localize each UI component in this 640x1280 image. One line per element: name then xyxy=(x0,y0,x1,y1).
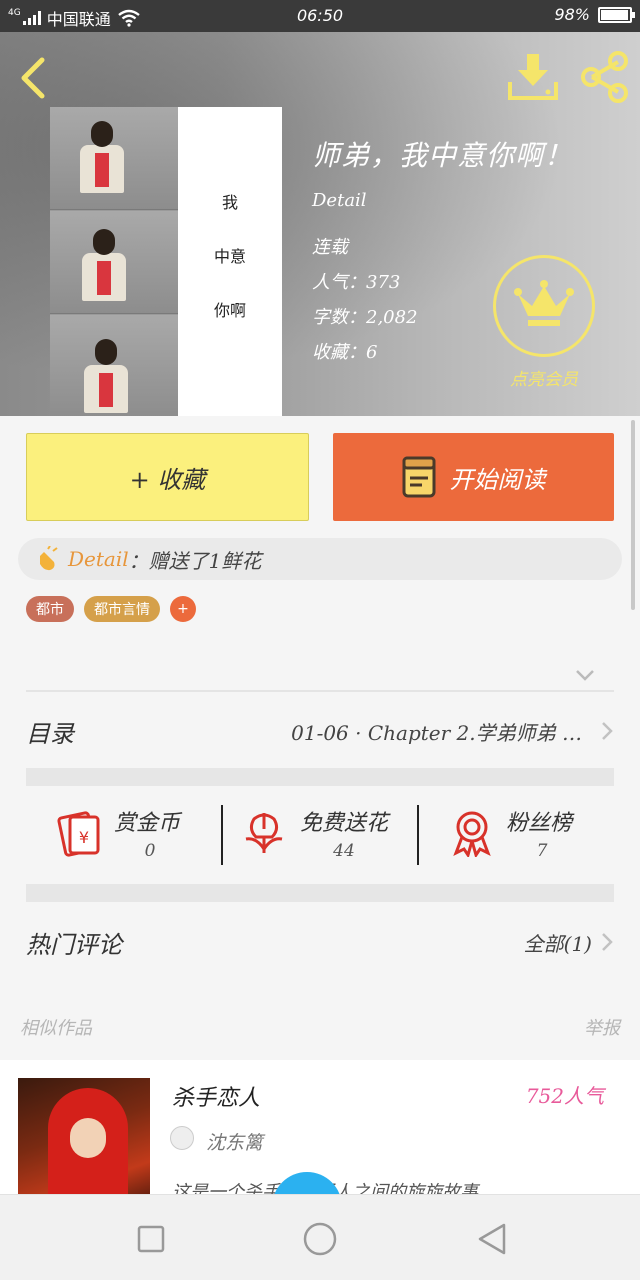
chevron-down-icon[interactable] xyxy=(574,664,596,686)
chevron-right-icon xyxy=(602,933,613,951)
book-status: 连载 xyxy=(312,237,348,258)
stat-value: 7 xyxy=(536,841,548,861)
cover-caption-line: 你啊 xyxy=(213,301,246,320)
collect-button[interactable]: + 收藏 xyxy=(26,433,309,521)
tag-list: 都市 都市言情 + xyxy=(26,596,196,622)
stat-fans[interactable]: 粉丝榜 7 xyxy=(418,795,614,875)
similar-book-popularity: 752人气 xyxy=(525,1084,604,1108)
stat-coins[interactable]: ¥ 赏金币 0 xyxy=(26,795,222,875)
book-cover[interactable]: 我 中意 你啊 xyxy=(50,107,282,416)
chevron-left-icon[interactable] xyxy=(14,54,54,102)
stat-name: 免费送花 xyxy=(300,811,389,836)
similar-header: 相似作品 举报 xyxy=(20,1014,620,1040)
book-meta: 连载 人气：373 字数：2,082 收藏：6 xyxy=(312,230,418,370)
catalog-row[interactable]: 目录 01-06 · Chapter 2.学弟师弟 … xyxy=(26,696,614,766)
red-envelope-icon: ¥ xyxy=(57,811,100,857)
scrollbar[interactable] xyxy=(631,420,635,610)
gift-user: Detail xyxy=(68,547,129,571)
book-favorites: 收藏：6 xyxy=(312,342,378,363)
back-triangle-icon[interactable] xyxy=(472,1219,512,1259)
catalog-label: 目录 xyxy=(26,719,74,748)
book-header: 我 中意 你啊 师弟，我中意你啊！ Detail 连载 人气：373 字数：2,… xyxy=(0,32,640,416)
start-reading-label: 开始阅读 xyxy=(449,465,546,494)
vip-label[interactable]: 点亮会员 xyxy=(488,365,600,390)
latest-chapter: 01-06 · Chapter 2.学弟师弟 … xyxy=(291,720,582,745)
divider xyxy=(26,690,614,692)
gift-notice[interactable]: Detail ：赠送了1鲜花 xyxy=(18,538,622,580)
hot-comments-label: 热门评论 xyxy=(26,930,122,959)
medal-icon xyxy=(453,811,491,857)
start-reading-button[interactable]: 开始阅读 xyxy=(333,433,614,521)
stat-name: 粉丝榜 xyxy=(506,811,573,836)
similar-book-cover xyxy=(18,1078,150,1200)
add-tag-button[interactable]: + xyxy=(170,596,196,622)
cover-photo-strip xyxy=(50,107,178,416)
book-popularity: 人气：373 xyxy=(312,272,401,293)
crown-icon xyxy=(514,280,574,326)
section-divider xyxy=(26,884,614,902)
book-word-count: 字数：2,082 xyxy=(312,307,418,328)
share-icon[interactable] xyxy=(578,50,632,104)
app-screen: { "status_bar": { "network": "4G", "carr… xyxy=(0,0,640,1280)
svg-text:¥: ¥ xyxy=(79,828,89,847)
clock: 06:50 xyxy=(296,6,344,25)
stats-row: ¥ 赏金币 0 免费送花 44 粉丝榜 7 xyxy=(26,795,614,875)
tag-chip[interactable]: 都市 xyxy=(26,596,74,622)
similar-book-title: 杀手恋人 xyxy=(172,1086,261,1111)
all-comments-link[interactable]: 全部(1) xyxy=(524,928,592,957)
stat-value: 0 xyxy=(144,841,156,861)
gift-message: ：赠送了1鲜花 xyxy=(128,548,262,573)
cover-caption: 我 中意 你啊 xyxy=(178,107,282,416)
recent-apps-icon[interactable] xyxy=(131,1219,171,1259)
hot-comments-row[interactable]: 热门评论 全部(1) xyxy=(26,912,614,972)
stat-value: 44 xyxy=(333,841,355,861)
book-title: 师弟，我中意你啊！ xyxy=(312,139,574,172)
home-icon[interactable] xyxy=(300,1219,340,1259)
flower-icon xyxy=(245,813,283,853)
book-icon xyxy=(402,456,435,498)
section-divider xyxy=(26,768,614,786)
vip-badge[interactable] xyxy=(493,255,595,357)
cover-caption-line: 中意 xyxy=(213,247,246,266)
status-bar: 4G 中国联通 06:50 98% xyxy=(0,0,640,32)
stat-name: 赏金币 xyxy=(114,811,181,836)
system-nav-bar xyxy=(0,1194,640,1280)
report-link[interactable]: 举报 xyxy=(584,1014,620,1040)
download-icon[interactable] xyxy=(506,52,560,102)
chevron-right-icon xyxy=(602,722,613,740)
similar-label: 相似作品 xyxy=(20,1018,92,1039)
battery-percent: 98% xyxy=(554,5,590,24)
clap-icon xyxy=(40,546,58,571)
cover-caption-line: 我 xyxy=(221,193,238,212)
similar-book-author: 沈东篱 xyxy=(206,1132,264,1154)
avatar xyxy=(170,1126,194,1150)
book-author[interactable]: Detail xyxy=(312,190,367,211)
battery-icon xyxy=(598,6,635,23)
stat-flowers[interactable]: 免费送花 44 xyxy=(222,795,418,875)
tag-chip[interactable]: 都市言情 xyxy=(84,596,160,622)
